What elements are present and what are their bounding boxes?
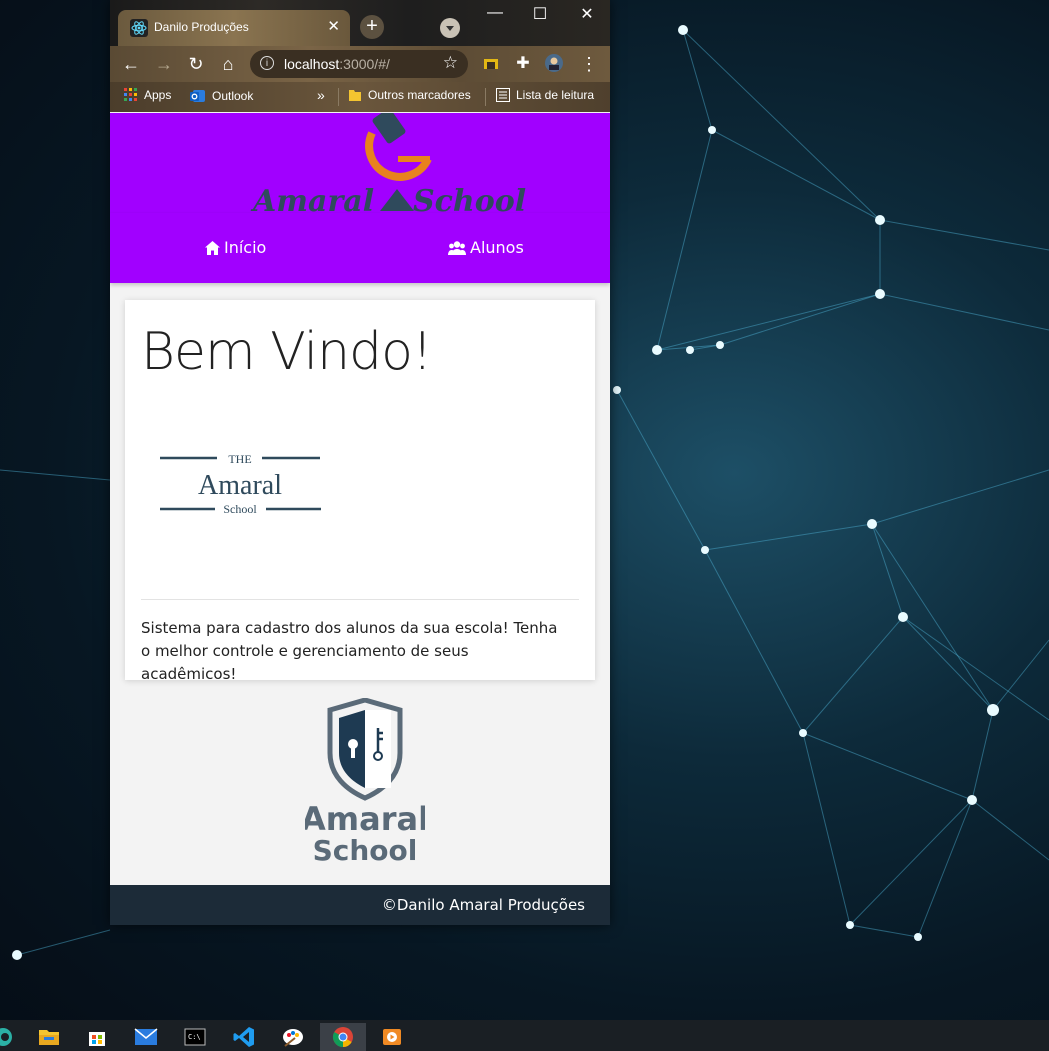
page-footer: ©Danilo Amaral Produções <box>110 885 610 925</box>
welcome-card: Bem Vindo! THE Amaral School Sistema par… <box>125 300 595 683</box>
svg-text:Amaral: Amaral <box>198 470 282 501</box>
browser-toolbar: ← → ↻ ⌂ i localhost:3000/#/ ☆ ✚ ⋮ <box>110 46 610 82</box>
bookmark-other-folder[interactable]: Outros marcadores <box>348 88 471 102</box>
browser-tab[interactable]: Danilo Produções ✕ <box>118 10 350 46</box>
outlook-icon <box>190 90 205 102</box>
users-icon <box>448 240 466 255</box>
back-icon[interactable]: ← <box>120 53 142 75</box>
close-window-button[interactable]: ✕ <box>572 4 602 24</box>
apps-grid-icon <box>124 88 137 101</box>
nav-alunos[interactable]: Alunos <box>448 238 524 257</box>
svg-text:THE: THE <box>228 452 251 466</box>
header-logo-text-school: School <box>413 184 526 213</box>
home-button-icon[interactable]: ⌂ <box>217 53 239 75</box>
bookmarks-overflow-button[interactable]: » <box>317 87 325 103</box>
amaral-school-header-logo: Amaral School <box>250 108 526 219</box>
react-icon <box>130 19 148 37</box>
nav-inicio[interactable]: Início <box>205 238 266 257</box>
taskbar-media-player-icon[interactable] <box>369 1023 415 1051</box>
svg-text:School: School <box>313 834 418 867</box>
taskbar-chrome-icon[interactable] <box>320 1023 366 1051</box>
taskbar-paint-icon[interactable] <box>270 1023 316 1051</box>
address-bar[interactable]: i localhost:3000/#/ ☆ <box>250 50 468 78</box>
reload-icon[interactable]: ↻ <box>185 53 207 75</box>
home-icon <box>205 240 220 255</box>
tab-close-icon[interactable]: ✕ <box>327 17 340 35</box>
welcome-title: Bem Vindo! <box>141 322 433 382</box>
bookmark-star-icon[interactable]: ☆ <box>443 53 458 73</box>
bookmarks-bar: Apps Outlook » Outros marcadores Lista d… <box>110 82 610 112</box>
welcome-description: Sistema para cadastro dos alunos da sua … <box>141 619 558 683</box>
bookmark-outlook[interactable]: Outlook <box>190 88 253 104</box>
bookmarks-divider <box>338 88 339 106</box>
new-tab-button[interactable]: + <box>360 15 384 39</box>
bookmarks-divider <box>485 88 486 106</box>
browser-titlebar: Danilo Produções ✕ + — ☐ ✕ <box>110 0 610 46</box>
site-info-icon[interactable]: i <box>260 56 274 70</box>
extensions-puzzle-icon[interactable]: ✚ <box>512 53 534 75</box>
taskbar-edge-icon[interactable] <box>0 1023 26 1051</box>
header-logo-text-amaral: Amaral <box>250 184 374 213</box>
header-banner: Amaral School <box>110 108 610 219</box>
svg-text:School: School <box>223 502 257 516</box>
address-url: localhost:3000/#/ <box>284 56 390 72</box>
folder-icon <box>349 90 361 101</box>
tab-search-button[interactable] <box>440 18 460 38</box>
menu-kebab-icon[interactable]: ⋮ <box>578 53 600 75</box>
profile-avatar-icon[interactable] <box>543 53 565 75</box>
taskbar-vscode-icon[interactable] <box>221 1023 267 1051</box>
minimize-button[interactable]: — <box>480 4 510 22</box>
forward-icon[interactable]: → <box>153 53 175 75</box>
extension-icon[interactable] <box>480 53 502 75</box>
svg-text:Amaral: Amaral <box>305 800 425 838</box>
card-divider <box>141 599 579 600</box>
reading-list-icon <box>496 88 510 102</box>
taskbar-file-explorer-icon[interactable] <box>26 1023 72 1051</box>
taskbar-store-icon[interactable] <box>74 1023 120 1051</box>
taskbar-mail-icon[interactable] <box>123 1023 169 1051</box>
footer-copyright: ©Danilo Amaral Produções <box>381 896 585 914</box>
the-amaral-school-logo: THE Amaral School <box>160 452 321 516</box>
shield-key-logo: Amaral School <box>305 698 425 867</box>
main-navbar: Início Alunos <box>110 213 610 283</box>
taskbar-terminal-icon[interactable]: C:\ <box>172 1023 218 1051</box>
tab-title: Danilo Produções <box>154 20 249 34</box>
taskbar: C:\ <box>0 1020 1049 1051</box>
bookmark-apps[interactable]: Apps <box>124 88 171 102</box>
maximize-button[interactable]: ☐ <box>525 4 555 24</box>
web-page: Amaral School Início Alunos Bem Vindo! T… <box>110 108 610 925</box>
reading-list-button[interactable]: Lista de leitura <box>496 88 594 102</box>
browser-window: Danilo Produções ✕ + — ☐ ✕ ← → ↻ ⌂ i loc… <box>110 0 610 925</box>
svg-text:C:\: C:\ <box>188 1033 201 1041</box>
